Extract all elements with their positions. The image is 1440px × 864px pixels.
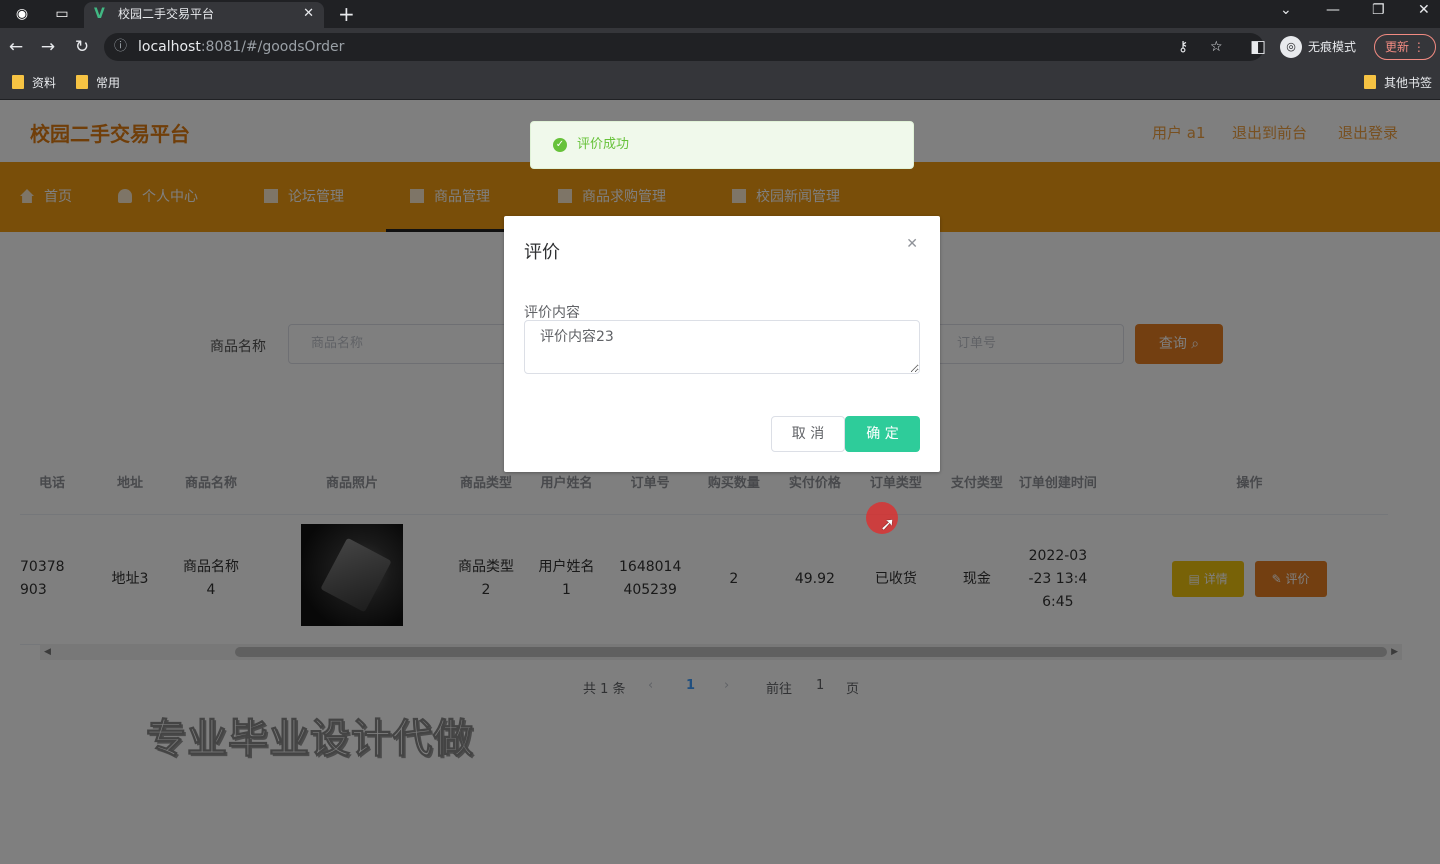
site-info-icon[interactable]: ⓘ bbox=[114, 33, 127, 61]
other-bookmarks[interactable]: 其他书签 bbox=[1364, 74, 1432, 92]
browser-tab[interactable]: V 校园二手交易平台 ✕ bbox=[84, 2, 324, 28]
restore-icon[interactable]: ❐ bbox=[1372, 2, 1385, 18]
tab-title: 校园二手交易平台 bbox=[118, 7, 215, 21]
bookmark-label: 资料 bbox=[32, 76, 57, 90]
toast-message: 评价成功 bbox=[577, 137, 630, 152]
vue-favicon-icon: V bbox=[94, 6, 105, 22]
dialog-close-icon[interactable]: ✕ bbox=[906, 236, 918, 252]
dialog-title: 评价 bbox=[524, 242, 560, 263]
new-tab-icon[interactable]: + bbox=[338, 2, 355, 26]
forward-icon[interactable]: → bbox=[38, 37, 58, 57]
tab-search-icon[interactable]: ⌄ bbox=[1280, 2, 1292, 18]
tab-strip-icon[interactable]: ▭ bbox=[52, 4, 72, 24]
url-input[interactable]: ⓘ localhost:8081/#/goodsOrder ⚷ ☆ bbox=[104, 33, 1264, 61]
browser-tab-bar: ◉ ▭ V 校园二手交易平台 ✕ + ⌄ — ❐ ✕ bbox=[0, 0, 1440, 28]
url-path: :8081/#/goodsOrder bbox=[200, 39, 345, 55]
review-dialog: 评价 ✕ 评价内容 评价内容23 取 消 确 定 bbox=[504, 216, 940, 472]
bookmark-folder-changyong[interactable]: 常用 bbox=[76, 74, 120, 92]
incognito-label: 无痕模式 bbox=[1308, 40, 1357, 54]
bookmark-folder-ziliao[interactable]: 资料 bbox=[12, 74, 56, 92]
success-check-icon: ✓ bbox=[553, 138, 567, 152]
other-bookmarks-label: 其他书签 bbox=[1384, 76, 1433, 90]
tab-close-icon[interactable]: ✕ bbox=[303, 2, 314, 26]
success-toast: ✓ 评价成功 bbox=[530, 121, 914, 169]
browser-profile-icon[interactable]: ◉ bbox=[12, 4, 32, 24]
incognito-icon: ◎ bbox=[1280, 36, 1302, 58]
incognito-profile[interactable]: ◎ 无痕模式 bbox=[1280, 36, 1356, 58]
bookmark-label: 常用 bbox=[96, 76, 121, 90]
modal-overlay[interactable] bbox=[0, 100, 1440, 864]
update-label: 更新 bbox=[1385, 40, 1410, 54]
back-icon[interactable]: ← bbox=[6, 37, 26, 57]
folder-icon bbox=[12, 75, 24, 89]
folder-icon bbox=[1364, 75, 1376, 89]
url-host: localhost bbox=[138, 39, 201, 55]
cancel-button[interactable]: 取 消 bbox=[771, 416, 845, 452]
password-key-icon[interactable]: ⚷ bbox=[1178, 33, 1188, 61]
bookmark-star-icon[interactable]: ☆ bbox=[1210, 33, 1223, 61]
mouse-cursor-icon: ➚ bbox=[880, 514, 896, 535]
folder-icon bbox=[76, 75, 88, 89]
address-bar-row: ← → ↻ ⓘ localhost:8081/#/goodsOrder ⚷ ☆ … bbox=[0, 28, 1440, 66]
reload-icon[interactable]: ↻ bbox=[72, 37, 92, 57]
review-content-label: 评价内容 bbox=[524, 305, 580, 321]
minimize-icon[interactable]: — bbox=[1326, 2, 1340, 18]
review-content-textarea[interactable]: 评价内容23 bbox=[524, 320, 920, 374]
close-window-icon[interactable]: ✕ bbox=[1418, 2, 1430, 18]
bookmarks-bar: 资料 常用 其他书签 bbox=[0, 66, 1440, 100]
update-button[interactable]: 更新 ⋮ bbox=[1374, 34, 1436, 60]
side-panel-icon[interactable]: ◧ bbox=[1248, 37, 1268, 57]
confirm-button[interactable]: 确 定 bbox=[845, 416, 920, 452]
